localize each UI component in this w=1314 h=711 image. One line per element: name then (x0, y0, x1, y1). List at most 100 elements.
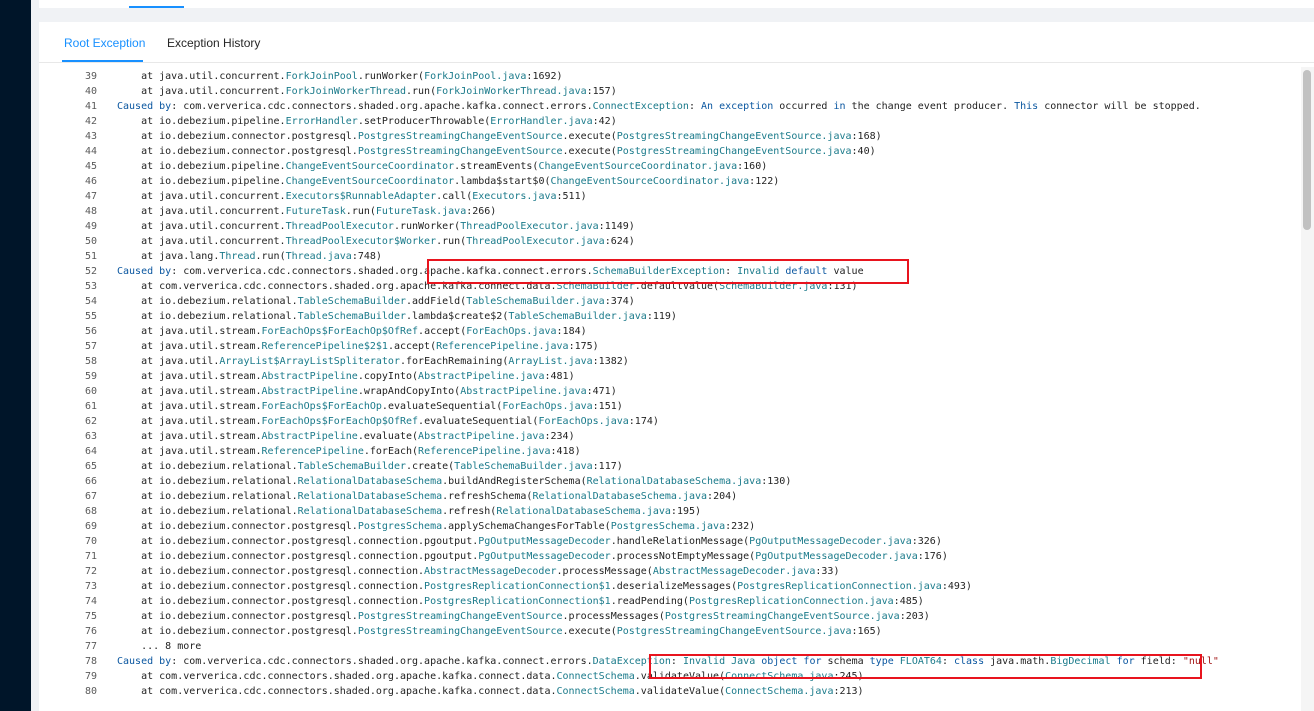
log-token: ForkJoinWorkerThread.java (436, 86, 587, 97)
line-number: 70 (84, 536, 97, 547)
log-token: at io.debezium.connector.postgresql.conn… (117, 566, 425, 577)
log-token: ... 8 more (117, 641, 202, 652)
log-token: connector will be stopped. (1038, 101, 1201, 112)
log-line-text: at java.util.stream.AbstractPipeline.eva… (117, 429, 575, 444)
log-token: :1692) (526, 71, 563, 82)
line-number: 73 (84, 581, 97, 592)
log-token: .buildAndRegisterSchema( (442, 476, 587, 487)
log-token: Caused by (117, 101, 172, 112)
log-token: ErrorHandler (285, 116, 358, 127)
line-number: 43 (84, 131, 97, 142)
log-line: 55 at io.debezium.relational.TableSchema… (39, 309, 1301, 324)
log-line-text: at io.debezium.connector.postgresql. Post… (117, 609, 930, 624)
log-token: exception (719, 101, 774, 112)
tab-root-exception[interactable]: Root Exception (64, 36, 145, 50)
log-line: 65 at io.debezium.relational.TableSchema… (39, 459, 1301, 474)
log-token: occurred (773, 101, 834, 112)
log-line: 47 at java.util.concurrent.Executors$Run… (39, 189, 1301, 204)
line-number: 69 (84, 521, 97, 532)
log-line-text: at java.util.stream.AbstractPipeline.wra… (117, 384, 617, 399)
log-token: ThreadPoolExecutor (285, 221, 394, 232)
log-line: 73 at io.debezium.connector.postgresql.c… (39, 579, 1301, 594)
log-token: .create( (406, 461, 455, 472)
log-token: FutureTask.java (375, 206, 467, 217)
log-token: at java.util.stream. (117, 431, 262, 442)
log-token: :204) (707, 491, 738, 502)
log-token: Executors.java (472, 191, 557, 202)
log-token: FutureTask (285, 206, 346, 217)
log-token: :213) (833, 686, 864, 697)
log-line: 49 at java.util.concurrent.ThreadPoolExe… (39, 219, 1301, 234)
line-number: 78 (84, 656, 97, 667)
log-token: PgOutputMessageDecoder.java (749, 536, 912, 547)
log-token: :157) (586, 86, 617, 97)
log-token: ForkJoinWorkerThread (285, 86, 406, 97)
log-line-text: at java.util.stream.AbstractPipeline.cop… (117, 369, 575, 384)
log-token: .refresh( (442, 506, 497, 517)
line-number: 72 (84, 566, 97, 577)
log-line-text: at io.debezium.connector.postgresql.conn… (117, 564, 839, 579)
log-token: .processMessage( (556, 566, 653, 577)
log-line-text: at io.debezium.pipeline.ChangeEventSourc… (117, 159, 767, 174)
log-token: .execute( (562, 626, 617, 637)
log-line: 64 at java.util.stream.ReferencePipeline… (39, 444, 1301, 459)
log-line-text: at io.debezium.relational.TableSchemaBui… (117, 309, 677, 324)
log-token: PostgresStreamingChangeEventSource (357, 146, 563, 157)
log-line: 48 at java.util.concurrent.FutureTask.ru… (39, 204, 1301, 219)
log-token: RelationalDatabaseSchema (297, 476, 443, 487)
log-token: : com.ververica.cdc.connectors.shaded.or… (171, 101, 593, 112)
log-token: PostgresStreamingChangeEventSource.java (664, 611, 900, 622)
log-token: ForEachOps$ForEachOp (261, 401, 382, 412)
log-line: 74 at io.debezium.connector.postgresql.c… (39, 594, 1301, 609)
log-token: Executors$RunnableAdapter (285, 191, 437, 202)
upper-tab-indicator (129, 6, 184, 8)
line-number: 80 (84, 686, 97, 697)
line-number: 77 (84, 641, 97, 652)
log-token: ArrayList.java (508, 356, 593, 367)
log-token: at io.debezium.connector.postgresql. (117, 611, 358, 622)
line-number: 59 (84, 371, 97, 382)
log-token: .readPending( (610, 596, 689, 607)
line-number: 79 (84, 671, 97, 682)
log-token: ConnectException (592, 101, 689, 112)
log-line: 70 at io.debezium.connector.postgresql.c… (39, 534, 1301, 549)
exception-tabs: Root Exception Exception History (39, 22, 1314, 63)
log-token: at java.util.concurrent. (117, 221, 286, 232)
log-token: PgOutputMessageDecoder (478, 536, 611, 547)
log-token: :326) (911, 536, 942, 547)
log-token: AbstractPipeline (261, 386, 358, 397)
line-number: 62 (84, 416, 97, 427)
log-token: at io.debezium.connector.postgresql. (117, 626, 358, 637)
log-token: :130) (761, 476, 792, 487)
log-line: 41 Caused by: com.ververica.cdc.connector… (39, 99, 1301, 114)
log-line: 58 at java.util.ArrayList$ArrayListSplit… (39, 354, 1301, 369)
log-line: 46 at io.debezium.pipeline.ChangeEventSo… (39, 174, 1301, 189)
tab-exception-history[interactable]: Exception History (167, 36, 260, 50)
log-line: 75 at io.debezium.connector.postgresql. P… (39, 609, 1301, 624)
log-line-text: at io.debezium.connector.postgresql.conn… (117, 549, 948, 564)
log-token: ForEachOps.java (502, 401, 593, 412)
line-number: 75 (84, 611, 97, 622)
log-line: 68 at io.debezium.relational.RelationalD… (39, 504, 1301, 519)
log-token: at io.debezium.connector.postgresql. (117, 521, 358, 532)
log-line: 71 at io.debezium.connector.postgresql.c… (39, 549, 1301, 564)
log-scrollbar-thumb[interactable] (1303, 70, 1311, 230)
line-number: 41 (84, 101, 97, 112)
log-token: at java.lang. (117, 251, 220, 262)
log-token: .deserializeMessages( (610, 581, 738, 592)
log-token: ThreadPoolExecutor.java (466, 236, 605, 247)
log-line: 67 at io.debezium.relational.RelationalD… (39, 489, 1301, 504)
line-number: 67 (84, 491, 97, 502)
log-token: .setProducerThrowable( (357, 116, 491, 127)
log-token: at java.util.concurrent. (117, 71, 286, 82)
stack-trace-viewer[interactable]: 39 at java.util.concurrent.ForkJoinPool.… (39, 67, 1301, 711)
log-token: PostgresStreamingChangeEventSource.java (616, 146, 852, 157)
log-line-text: at io.debezium.connector.postgresql.conn… (117, 579, 972, 594)
log-line-text: at io.debezium.connector.postgresql.Post… (117, 129, 882, 144)
log-token: :151) (592, 401, 623, 412)
log-token: :117) (592, 461, 623, 472)
log-token: in (833, 101, 846, 112)
log-token: at java.util.stream. (117, 386, 262, 397)
log-token: AbstractPipeline.java (418, 371, 545, 382)
exceptions-card: Root Exception Exception History 39 at j… (39, 22, 1314, 711)
